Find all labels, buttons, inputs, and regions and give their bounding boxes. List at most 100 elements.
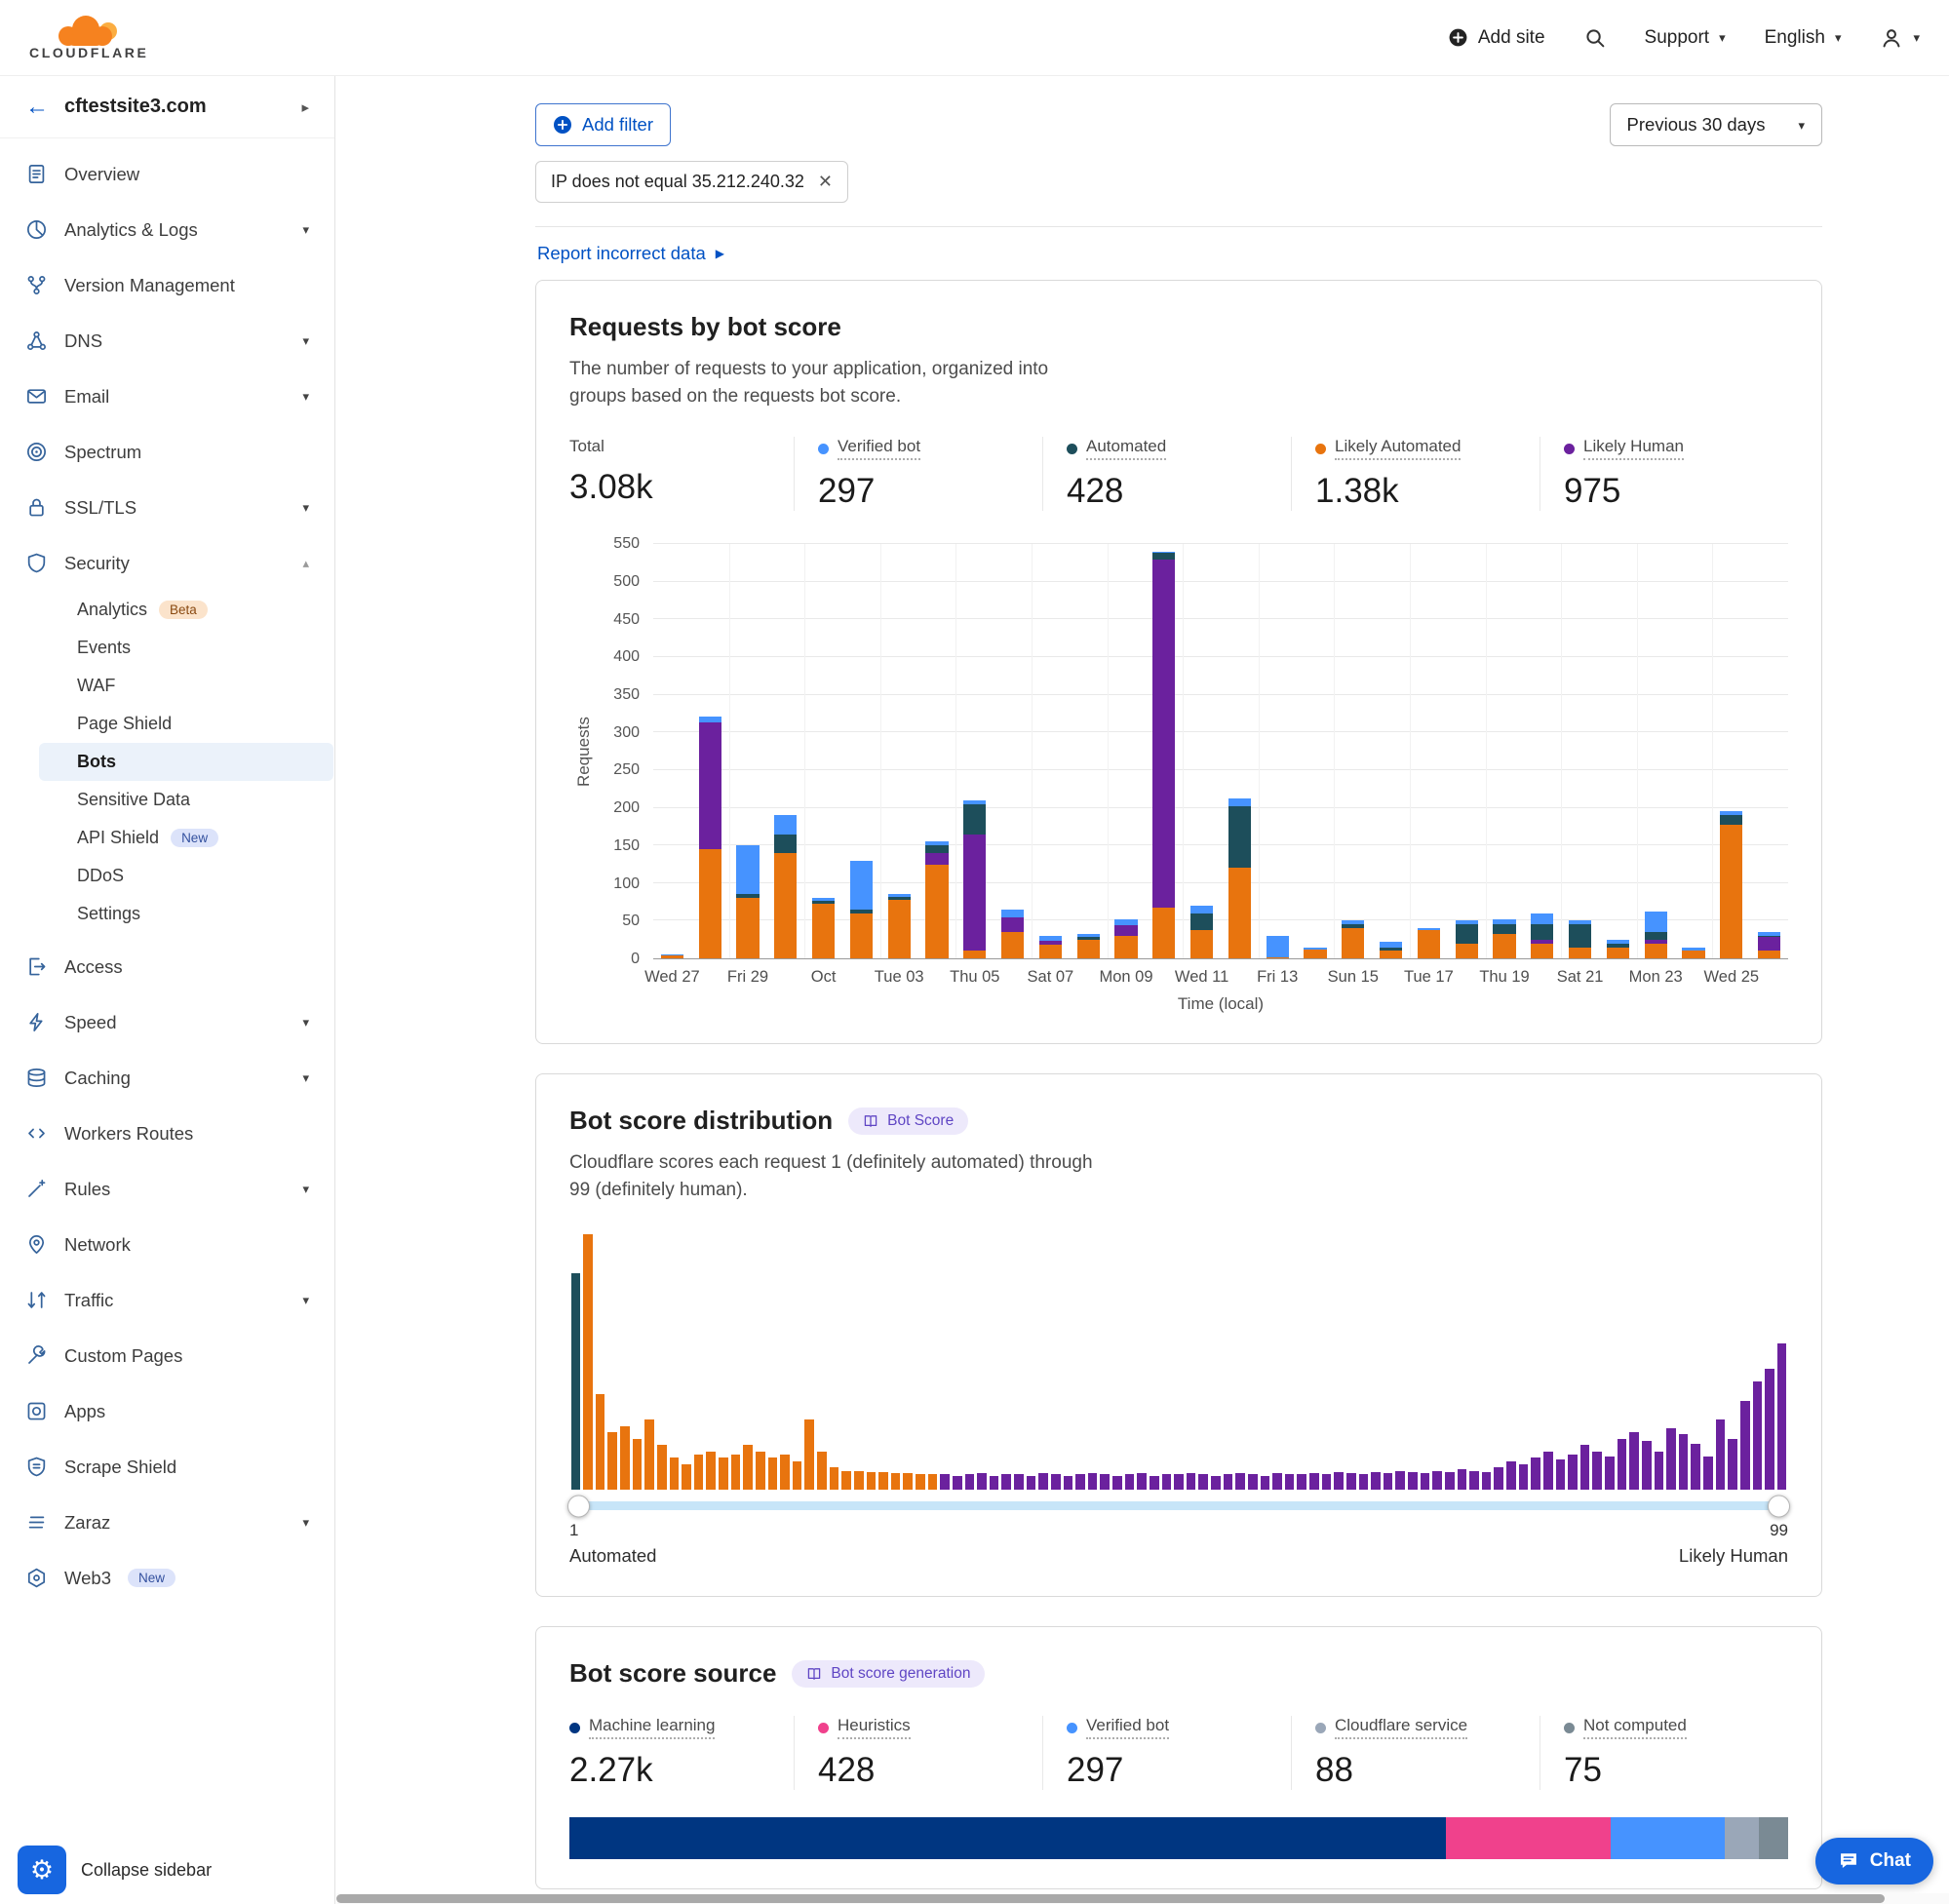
- histogram-bar[interactable]: [1014, 1474, 1024, 1490]
- histogram-bar[interactable]: [1285, 1474, 1295, 1490]
- add-filter-button[interactable]: Add filter: [535, 103, 671, 146]
- sidebar-item-spectrum[interactable]: Spectrum: [0, 424, 334, 480]
- histogram-bar[interactable]: [1038, 1473, 1048, 1490]
- histogram-bar[interactable]: [1125, 1474, 1135, 1490]
- histogram-bar[interactable]: [1592, 1452, 1602, 1490]
- sidebar-item-security-bots[interactable]: Bots: [39, 743, 333, 781]
- bar[interactable]: [766, 544, 804, 958]
- histogram-bar[interactable]: [1371, 1472, 1381, 1490]
- sidebar-item-security-waf[interactable]: WAF: [0, 667, 334, 705]
- stat-label[interactable]: Heuristics: [838, 1716, 911, 1739]
- histogram-bar[interactable]: [1580, 1445, 1590, 1490]
- sidebar-item-overview[interactable]: Overview: [0, 146, 334, 202]
- histogram-bar[interactable]: [670, 1457, 680, 1490]
- bar[interactable]: [994, 544, 1032, 958]
- bar[interactable]: [880, 544, 918, 958]
- sidebar-item-version-management[interactable]: Version Management: [0, 257, 334, 313]
- collapse-sidebar-button[interactable]: Collapse sidebar: [81, 1860, 212, 1881]
- histogram-bar[interactable]: [719, 1457, 728, 1490]
- histogram-bar[interactable]: [1494, 1467, 1503, 1491]
- histogram-bar[interactable]: [633, 1439, 643, 1490]
- scrollbar-thumb[interactable]: [336, 1894, 1885, 1903]
- bar[interactable]: [804, 544, 842, 958]
- histogram-bar[interactable]: [1309, 1473, 1319, 1490]
- histogram-bar[interactable]: [977, 1473, 987, 1490]
- bar[interactable]: [1750, 544, 1788, 958]
- histogram-bar[interactable]: [1556, 1459, 1566, 1490]
- histogram-bar[interactable]: [571, 1273, 581, 1491]
- histogram-bar[interactable]: [1432, 1471, 1442, 1491]
- histogram-bar[interactable]: [1445, 1472, 1455, 1490]
- histogram-bar[interactable]: [1395, 1471, 1405, 1491]
- chevron-right-icon[interactable]: ▸: [301, 98, 309, 116]
- histogram-bar[interactable]: [1728, 1439, 1737, 1490]
- sidebar-item-speed[interactable]: Speed ▾: [0, 994, 334, 1050]
- bar[interactable]: [1221, 544, 1259, 958]
- histogram-bar[interactable]: [1359, 1474, 1369, 1490]
- horizontal-scrollbar[interactable]: [336, 1893, 1949, 1904]
- sidebar-item-custom-pages[interactable]: Custom Pages: [0, 1328, 334, 1383]
- histogram-bar[interactable]: [1679, 1434, 1689, 1491]
- bar[interactable]: [842, 544, 880, 958]
- histogram-bar[interactable]: [1568, 1455, 1578, 1491]
- bar[interactable]: [1599, 544, 1637, 958]
- histogram-bar[interactable]: [1001, 1474, 1011, 1490]
- bar[interactable]: [1334, 544, 1372, 958]
- histogram-bar[interactable]: [1691, 1444, 1700, 1490]
- histogram-bar[interactable]: [1655, 1452, 1664, 1490]
- search-button[interactable]: [1584, 27, 1606, 49]
- bar[interactable]: [1410, 544, 1448, 958]
- bar[interactable]: [729, 544, 767, 958]
- sidebar-item-traffic[interactable]: Traffic ▾: [0, 1272, 334, 1328]
- sidebar-item-scrape-shield[interactable]: Scrape Shield: [0, 1439, 334, 1495]
- sidebar-item-security-page-shield[interactable]: Page Shield: [0, 705, 334, 743]
- bar[interactable]: [1448, 544, 1486, 958]
- histogram-bar[interactable]: [1051, 1474, 1061, 1490]
- histogram-bar[interactable]: [620, 1426, 630, 1491]
- source-bar-segment[interactable]: [1446, 1817, 1611, 1859]
- sidebar-item-network[interactable]: Network: [0, 1217, 334, 1272]
- bar[interactable]: [1561, 544, 1599, 958]
- sidebar-item-web3[interactable]: Web3 New: [0, 1550, 334, 1606]
- histogram-bar[interactable]: [1187, 1473, 1196, 1490]
- add-site-button[interactable]: Add site: [1448, 27, 1545, 49]
- histogram-bar[interactable]: [607, 1432, 617, 1490]
- stat-label[interactable]: Likely Human: [1583, 437, 1684, 460]
- histogram-bar[interactable]: [1543, 1452, 1553, 1490]
- histogram-bar[interactable]: [793, 1461, 802, 1490]
- histogram-bar[interactable]: [1211, 1476, 1221, 1490]
- close-icon[interactable]: ✕: [818, 172, 833, 192]
- histogram-bar[interactable]: [682, 1464, 691, 1490]
- sidebar-item-analytics-logs[interactable]: Analytics & Logs ▾: [0, 202, 334, 257]
- slider-handle-max[interactable]: [1768, 1495, 1790, 1517]
- account-menu[interactable]: ▾: [1880, 26, 1920, 50]
- histogram-bar[interactable]: [1519, 1464, 1529, 1490]
- histogram-bar[interactable]: [1137, 1473, 1147, 1490]
- bar[interactable]: [1032, 544, 1070, 958]
- histogram-bar[interactable]: [903, 1473, 913, 1490]
- support-menu[interactable]: Support ▾: [1645, 27, 1726, 49]
- sidebar-item-caching[interactable]: Caching ▾: [0, 1050, 334, 1106]
- histogram-bar[interactable]: [1261, 1476, 1270, 1490]
- bar[interactable]: [1712, 544, 1750, 958]
- stat-label[interactable]: Cloudflare service: [1335, 1716, 1467, 1739]
- histogram-bar[interactable]: [891, 1473, 901, 1490]
- histogram-bar[interactable]: [1777, 1343, 1787, 1491]
- histogram-bar[interactable]: [1150, 1476, 1159, 1490]
- histogram-bar[interactable]: [1605, 1457, 1615, 1490]
- histogram-bar[interactable]: [1506, 1461, 1516, 1490]
- settings-gear-button[interactable]: ⚙: [18, 1846, 66, 1894]
- stat-label[interactable]: Automated: [1086, 437, 1166, 460]
- histogram-bar[interactable]: [756, 1452, 765, 1490]
- sidebar-item-ssl-tls[interactable]: SSL/TLS ▾: [0, 480, 334, 535]
- histogram-bar[interactable]: [1716, 1419, 1726, 1490]
- bar[interactable]: [1523, 544, 1561, 958]
- slider-handle-min[interactable]: [567, 1495, 590, 1517]
- histogram-bar[interactable]: [1322, 1474, 1332, 1490]
- sidebar-item-rules[interactable]: Rules ▾: [0, 1161, 334, 1217]
- histogram-bar[interactable]: [694, 1455, 704, 1491]
- histogram-bar[interactable]: [644, 1419, 654, 1490]
- bar[interactable]: [1675, 544, 1713, 958]
- histogram-bar[interactable]: [1346, 1473, 1356, 1490]
- date-range-select[interactable]: Previous 30 days ▾: [1610, 103, 1822, 146]
